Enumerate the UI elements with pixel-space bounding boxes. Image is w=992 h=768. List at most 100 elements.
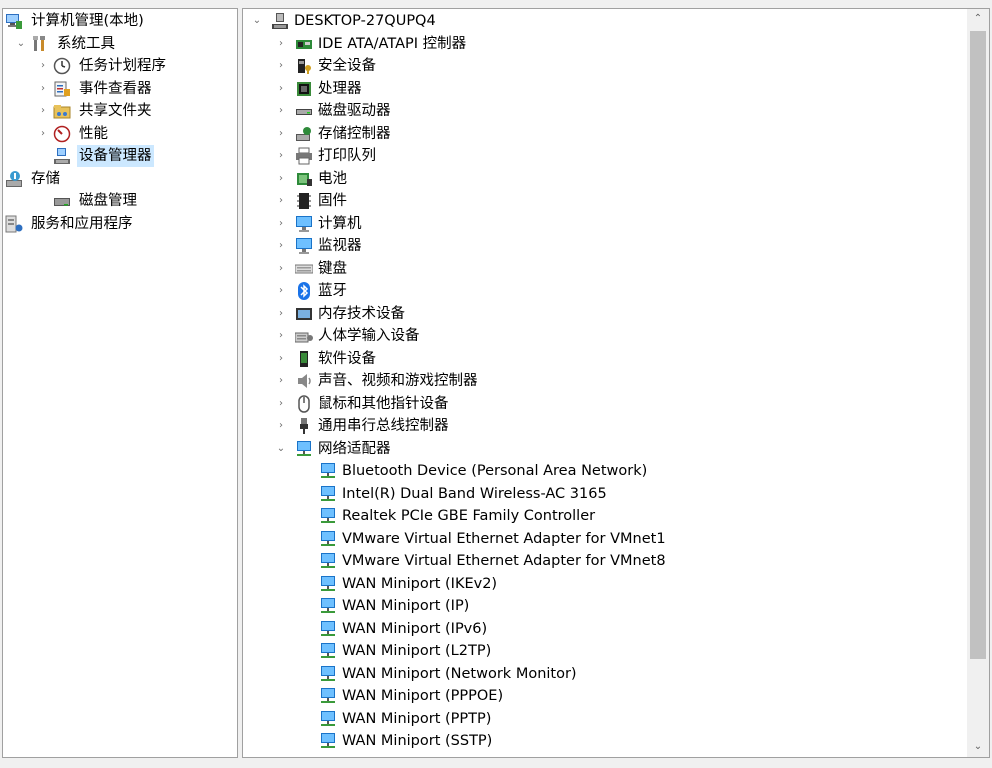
expand-chevron-icon[interactable]: › bbox=[275, 123, 287, 145]
expand-chevron-icon[interactable]: › bbox=[275, 145, 287, 167]
right_tree-item-label: 磁盘驱动器 bbox=[318, 103, 391, 119]
event-viewer-icon bbox=[53, 80, 71, 98]
right_tree-item[interactable]: › 电池 bbox=[243, 168, 965, 190]
right_tree-item-label: 固件 bbox=[318, 193, 347, 209]
left_tree-item[interactable]: 计算机管理(本地) bbox=[3, 10, 237, 32]
right_tree-item[interactable]: WAN Miniport (PPPOE) bbox=[243, 685, 965, 707]
expand-chevron-icon[interactable]: › bbox=[275, 370, 287, 392]
right_tree-item[interactable]: › 人体学输入设备 bbox=[243, 325, 965, 347]
right_tree-item[interactable]: Intel(R) Dual Band Wireless-AC 3165 bbox=[243, 483, 965, 505]
left_tree-item[interactable]: 设备管理器 bbox=[3, 145, 237, 167]
expand-chevron-icon[interactable]: › bbox=[275, 168, 287, 190]
network-adapter-icon bbox=[319, 620, 337, 638]
right_tree-item[interactable]: › 处理器 bbox=[243, 78, 965, 100]
expand-chevron-icon[interactable]: › bbox=[275, 280, 287, 302]
right_tree-item[interactable]: WAN Miniport (PPTP) bbox=[243, 708, 965, 730]
expand-chevron-icon[interactable]: › bbox=[275, 213, 287, 235]
left_tree-item[interactable]: ⌄存储 bbox=[3, 168, 237, 190]
right_tree-item[interactable]: › 软件设备 bbox=[243, 348, 965, 370]
expand-chevron-icon[interactable]: › bbox=[275, 348, 287, 370]
left_tree-item-label: 共享文件夹 bbox=[79, 103, 152, 119]
expand-chevron-icon[interactable]: › bbox=[275, 415, 287, 437]
collapse-chevron-icon[interactable]: ⌄ bbox=[251, 10, 263, 32]
right_tree-item[interactable]: › 蓝牙 bbox=[243, 280, 965, 302]
right_tree-item[interactable]: › 内存技术设备 bbox=[243, 303, 965, 325]
memory-device-icon bbox=[295, 305, 313, 323]
left-navigation-tree[interactable]: 计算机管理(本地) ⌄ 系统工具 › 任务计划程序 › 事件查看器 › 共享文件夹 › 性能 设备管理… bbox=[2, 8, 238, 758]
left_tree-item[interactable]: 磁盘管理 bbox=[3, 190, 237, 212]
right_tree-item[interactable]: Bluetooth Device (Personal Area Network) bbox=[243, 460, 965, 482]
scroll-thumb[interactable] bbox=[970, 31, 986, 659]
expand-chevron-icon[interactable]: › bbox=[275, 303, 287, 325]
collapse-chevron-icon[interactable]: ⌄ bbox=[15, 33, 27, 55]
expand-chevron-icon[interactable]: › bbox=[275, 55, 287, 77]
disk-icon bbox=[53, 192, 71, 210]
vertical-scrollbar[interactable]: ⌃ ⌄ bbox=[967, 9, 989, 757]
right_tree-item[interactable]: › 磁盘驱动器 bbox=[243, 100, 965, 122]
network-adapter-icon bbox=[319, 507, 337, 525]
right_tree-item[interactable]: WAN Miniport (IP) bbox=[243, 595, 965, 617]
right_tree-item-label: 安全设备 bbox=[318, 58, 376, 74]
expand-chevron-icon[interactable]: › bbox=[275, 78, 287, 100]
right_tree-item[interactable]: › 鼠标和其他指针设备 bbox=[243, 393, 965, 415]
right_tree-item[interactable]: Realtek PCIe GBE Family Controller bbox=[243, 505, 965, 527]
right_tree-item[interactable]: ⌄ 网络适配器 bbox=[243, 438, 965, 460]
left_tree-item[interactable]: › 任务计划程序 bbox=[3, 55, 237, 77]
right_tree-item[interactable]: › 固件 bbox=[243, 190, 965, 212]
hid-icon bbox=[294, 327, 313, 345]
right_tree-item[interactable]: WAN Miniport (L2TP) bbox=[243, 640, 965, 662]
left_tree-item[interactable]: ⌄ 系统工具 bbox=[3, 33, 237, 55]
right_tree-item[interactable]: › 通用串行总线控制器 bbox=[243, 415, 965, 437]
printer-icon bbox=[295, 147, 313, 165]
right_tree-item[interactable]: WAN Miniport (Network Monitor) bbox=[243, 663, 965, 685]
right_tree-item-label: 键盘 bbox=[318, 260, 347, 277]
right_tree-item[interactable]: VMware Virtual Ethernet Adapter for VMne… bbox=[243, 528, 965, 550]
expand-chevron-icon[interactable]: › bbox=[275, 33, 287, 55]
right_tree-item[interactable]: › 安全设备 bbox=[243, 55, 965, 77]
left_tree-item[interactable]: ›服务和应用程序 bbox=[3, 213, 237, 235]
right_tree-item-label: 监视器 bbox=[318, 238, 362, 254]
expand-chevron-icon[interactable]: › bbox=[275, 393, 287, 415]
right_tree-item[interactable]: › 打印队列 bbox=[243, 145, 965, 167]
right_tree-item[interactable]: WAN Miniport (SSTP) bbox=[243, 730, 965, 752]
scroll-up-arrow-icon[interactable]: ⌃ bbox=[967, 9, 989, 29]
expand-chevron-icon[interactable]: › bbox=[275, 235, 287, 257]
right_tree-item[interactable]: › 存储控制器 bbox=[243, 123, 965, 145]
expand-chevron-icon[interactable]: › bbox=[275, 190, 287, 212]
expand-chevron-icon[interactable]: › bbox=[275, 100, 287, 122]
keyboard-icon bbox=[294, 260, 314, 278]
right_tree-item[interactable]: ⌄ DESKTOP-27QUPQ4 bbox=[243, 10, 965, 32]
left_tree-item[interactable]: › 事件查看器 bbox=[3, 78, 237, 100]
expand-chevron-icon[interactable]: › bbox=[37, 100, 49, 122]
collapse-chevron-icon[interactable]: ⌄ bbox=[275, 438, 287, 460]
storage-icon bbox=[5, 170, 23, 188]
expand-chevron-icon[interactable]: › bbox=[37, 78, 49, 100]
monitor-icon bbox=[295, 237, 313, 255]
right_tree-item-label: Intel(R) Dual Band Wireless-AC 3165 bbox=[342, 485, 607, 502]
left_tree-item[interactable]: › 共享文件夹 bbox=[3, 100, 237, 122]
right_tree-item[interactable]: › 声音、视频和游戏控制器 bbox=[243, 370, 965, 392]
right_tree-item[interactable]: › 计算机 bbox=[243, 213, 965, 235]
right_tree-item[interactable]: › IDE ATA/ATAPI 控制器 bbox=[243, 33, 965, 55]
expand-chevron-icon[interactable]: › bbox=[37, 55, 49, 77]
right_tree-item[interactable]: › 监视器 bbox=[243, 235, 965, 257]
right_tree-item[interactable]: VMware Virtual Ethernet Adapter for VMne… bbox=[243, 550, 965, 572]
storage-controller-icon bbox=[295, 125, 313, 143]
left_tree-item-label: 磁盘管理 bbox=[79, 193, 137, 209]
right_tree-item-label: 计算机 bbox=[318, 215, 362, 232]
device-tree[interactable]: ⌄ DESKTOP-27QUPQ4 › IDE ATA/ATAPI 控制器 › 安全设备 ›… bbox=[242, 8, 990, 758]
computer-manage-icon bbox=[5, 12, 23, 30]
expand-chevron-icon[interactable]: › bbox=[37, 123, 49, 145]
expand-chevron-icon[interactable]: › bbox=[275, 258, 287, 280]
right_tree-item[interactable]: › 键盘 bbox=[243, 258, 965, 280]
scroll-down-arrow-icon[interactable]: ⌄ bbox=[967, 737, 989, 757]
expand-chevron-icon[interactable]: › bbox=[275, 325, 287, 347]
right_tree-item[interactable]: WAN Miniport (IKEv2) bbox=[243, 573, 965, 595]
left_tree-item[interactable]: › 性能 bbox=[3, 123, 237, 145]
right_tree-item-label: 通用串行总线控制器 bbox=[318, 418, 449, 434]
right_tree-item[interactable]: WAN Miniport (IPv6) bbox=[243, 618, 965, 640]
